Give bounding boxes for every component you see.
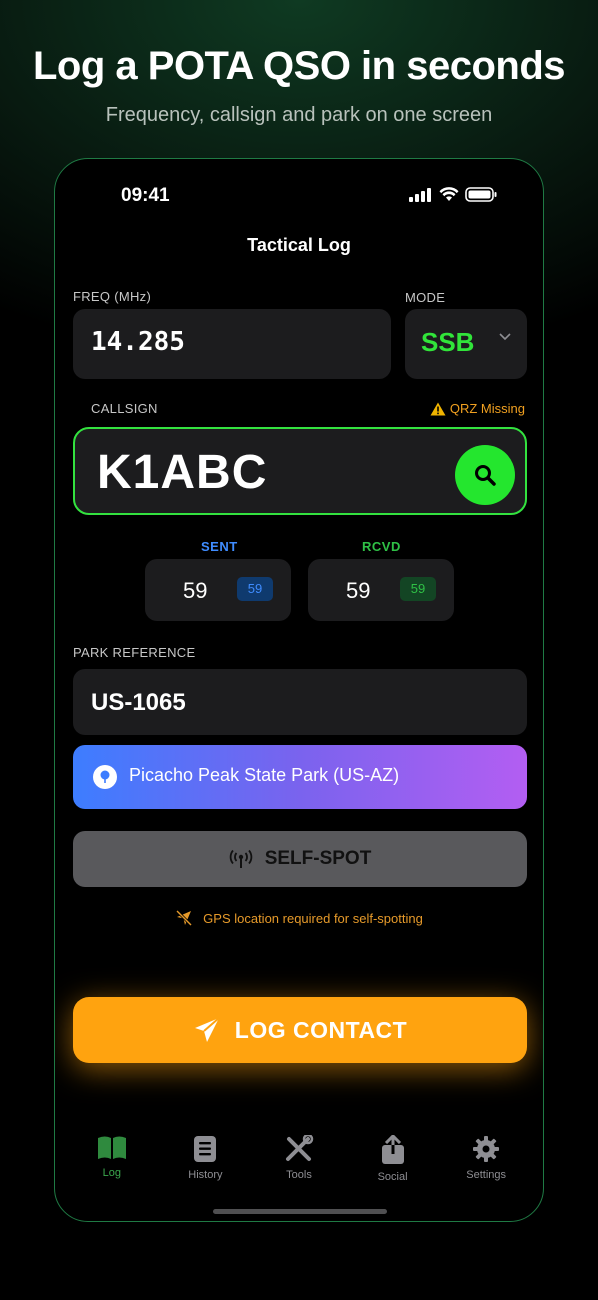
rcvd-rst-badge: 59 (400, 577, 436, 601)
park-name-text: Picacho Peak State Park (US-AZ) (129, 765, 400, 785)
gps-note-text: GPS location required for self-spotting (203, 910, 423, 926)
screen-title: Tactical Log (247, 235, 351, 255)
sent-rst-input[interactable]: 59 59 (145, 559, 291, 621)
share-icon (381, 1135, 404, 1164)
park-label: PARK REFERENCE (73, 645, 196, 660)
tab-settings[interactable]: Settings (446, 1135, 526, 1183)
tab-tools[interactable]: Tools (259, 1135, 339, 1183)
chevron-down-icon (499, 333, 511, 341)
tab-tools-label: Tools (286, 1169, 312, 1181)
freq-label: FREQ (MHz) (73, 289, 152, 304)
phone-frame: 09:41 Tactical Log FREQ (MHz) MODE 14.28… (54, 158, 544, 1222)
status-icons (409, 187, 497, 202)
battery-icon (465, 187, 497, 202)
tab-social[interactable]: Social (353, 1135, 433, 1183)
sent-rst-value: 59 (183, 578, 208, 603)
gps-note: GPS location required for self-spotting (55, 909, 543, 927)
tree-icon (93, 765, 117, 789)
tab-history-label: History (188, 1169, 223, 1181)
antenna-icon (229, 849, 252, 868)
park-name-banner[interactable]: Picacho Peak State Park (US-AZ) (73, 745, 527, 809)
mode-label: MODE (405, 290, 446, 305)
status-time: 09:41 (121, 185, 170, 206)
promo-subheadline: Frequency, callsign and park on one scre… (105, 104, 493, 126)
sent-label: SENT (201, 539, 238, 554)
qrz-warning-text: QRZ Missing (449, 401, 525, 416)
promo-headline: Log a POTA QSO in seconds (32, 44, 566, 88)
park-reference-input[interactable]: US-1065 (73, 669, 527, 735)
self-spot-button[interactable]: SELF-SPOT (73, 831, 527, 887)
callsign-value: K1ABC (97, 446, 268, 499)
park-reference-value: US-1065 (91, 689, 186, 716)
home-indicator (213, 1209, 387, 1214)
log-contact-label: LOG CONTACT (234, 1016, 408, 1043)
tab-log[interactable]: Log (72, 1135, 152, 1183)
frequency-input[interactable]: 14.285 (73, 309, 391, 379)
warning-icon (430, 402, 446, 415)
signal-icon (409, 187, 431, 202)
log-contact-button[interactable]: LOG CONTACT (73, 997, 527, 1063)
callsign-label: CALLSIGN (91, 401, 158, 416)
qrz-warning: QRZ Missing (430, 401, 525, 416)
rcvd-rst-value: 59 (346, 578, 371, 603)
location-slash-icon (176, 909, 193, 927)
rcvd-label: RCVD (362, 539, 401, 554)
tab-bar: Log History Tools Social Settings (55, 1135, 543, 1183)
callsign-input[interactable]: K1ABC (73, 427, 527, 515)
rcvd-rst-input[interactable]: 59 59 (308, 559, 454, 621)
search-icon (475, 465, 496, 486)
self-spot-label: SELF-SPOT (264, 848, 372, 869)
sent-rst-badge: 59 (237, 577, 273, 601)
mode-select[interactable]: SSB (405, 309, 527, 379)
tab-history[interactable]: History (165, 1135, 245, 1183)
paper-plane-icon (194, 1017, 220, 1042)
list-icon (194, 1136, 217, 1162)
frequency-value: 14.285 (91, 327, 185, 357)
tab-social-label: Social (377, 1171, 408, 1183)
tab-log-label: Log (102, 1167, 121, 1179)
lookup-button[interactable] (455, 445, 515, 505)
gear-icon (473, 1136, 500, 1162)
tab-settings-label: Settings (466, 1169, 507, 1181)
wifi-icon (439, 187, 459, 201)
mode-value: SSB (421, 327, 475, 357)
book-icon (97, 1136, 126, 1159)
tools-icon (285, 1135, 314, 1161)
